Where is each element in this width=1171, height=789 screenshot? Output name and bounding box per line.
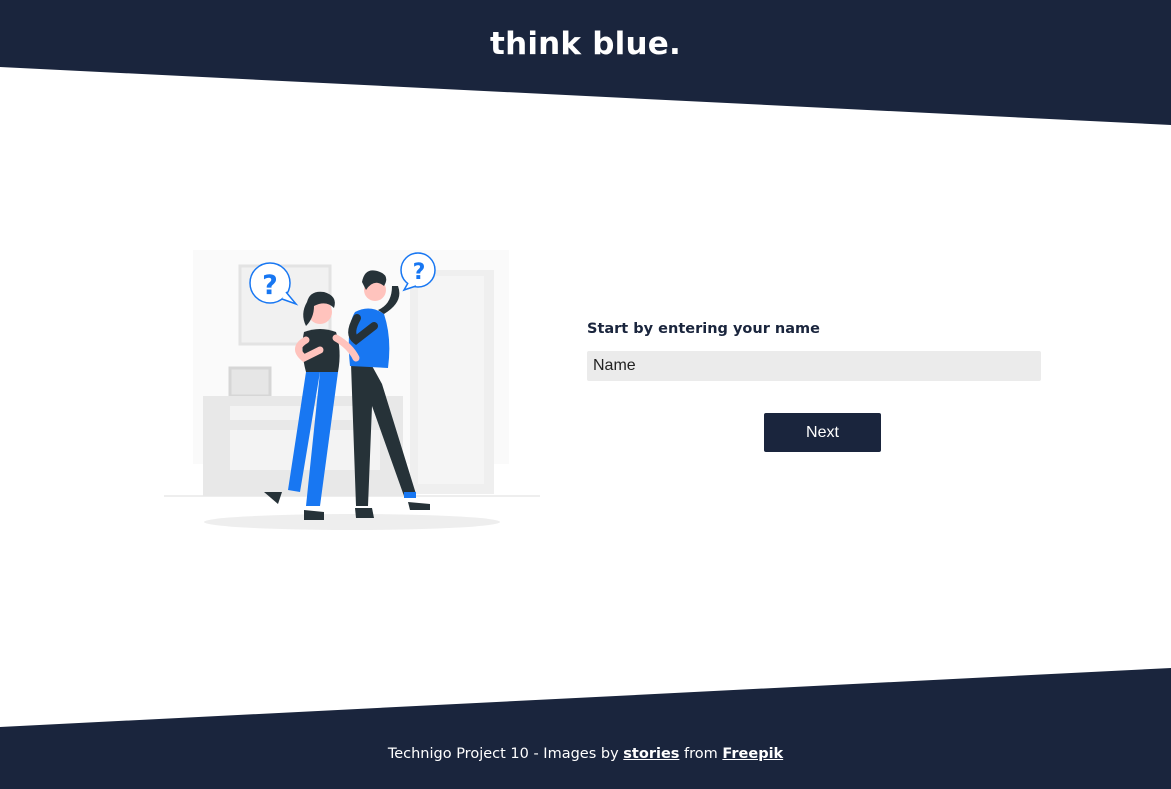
name-input[interactable] [587, 351, 1041, 381]
footer-credits: Technigo Project 10 - Images by stories … [0, 744, 1171, 764]
site-title: think blue. [490, 26, 681, 62]
people-question-illustration: ? ? [164, 250, 540, 530]
footer-background [0, 668, 1171, 789]
footer-middle: from [679, 746, 723, 762]
next-button[interactable]: Next [764, 413, 881, 452]
freepik-link[interactable]: Freepik [722, 746, 783, 762]
name-form: Start by entering your name Next [587, 319, 1041, 452]
svg-text:?: ? [413, 260, 426, 285]
footer-prefix: Technigo Project 10 - Images by [387, 746, 624, 762]
header-background [0, 0, 1171, 125]
svg-text:?: ? [262, 270, 278, 301]
name-field-label: Start by entering your name [587, 321, 820, 337]
stories-link[interactable]: stories [623, 746, 679, 762]
